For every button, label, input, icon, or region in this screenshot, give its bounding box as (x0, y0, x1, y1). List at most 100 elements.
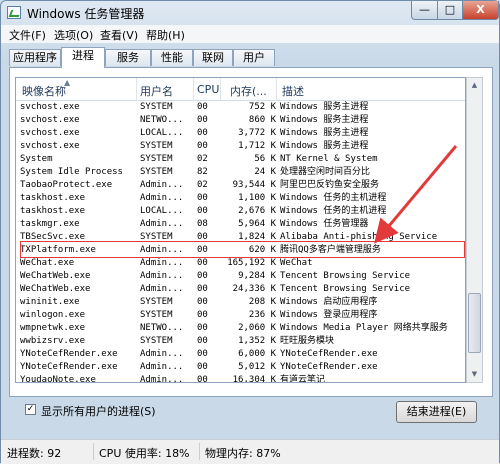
table-row[interactable]: YNoteCefRender.exe Admin... 00 6,000 K YNote… (16, 348, 465, 361)
tab-applications[interactable]: 应用程序 (9, 49, 61, 66)
cell-description: Windows Media Player 网络共享服务 (280, 323, 448, 333)
table-row[interactable]: WeChatWeb.exe Admin... 00 9,284 K Tencent Br… (16, 270, 465, 283)
menu-options[interactable]: 选项(O) (54, 27, 93, 43)
cell-description: WeChat (280, 258, 313, 268)
cell-cpu: 02 (197, 154, 208, 164)
cell-username: Admin... (140, 349, 184, 359)
cell-image-name: YoudaoNote.exe (20, 375, 96, 383)
cell-description: Alibaba Anti-phishing Service (280, 232, 438, 242)
table-row[interactable]: taskmgr.exe Admin... 08 5,964 K Windows 任务管理… (16, 218, 465, 231)
table-row[interactable]: taskhost.exe LOCAL... 00 2,676 K Windows 任务的… (16, 205, 465, 218)
cell-username: SYSTEM (140, 154, 173, 164)
minimize-button[interactable]: — (411, 1, 438, 20)
table-row[interactable]: wininit.exe SYSTEM 00 208 K Windows 启动应用程序 (16, 296, 465, 309)
cell-memory: 16,304 K (232, 375, 276, 383)
cell-image-name: winlogon.exe (20, 310, 86, 320)
table-row[interactable]: TXPlatform.exe Admin... 00 620 K 腾讯QQ多客户端管理服… (16, 244, 465, 257)
cell-description: Windows 任务管理器 (280, 219, 369, 229)
cell-image-name: svchost.exe (20, 102, 80, 112)
scroll-up-arrow-icon[interactable]: ▲ (467, 78, 482, 93)
task-manager-app-icon (7, 6, 21, 19)
cell-cpu: 00 (197, 375, 208, 383)
cell-memory: 752 K (248, 102, 276, 112)
cell-image-name: WeChatWeb.exe (20, 271, 91, 281)
table-row[interactable]: TBSecSvc.exe SYSTEM 00 1,824 K Alibaba Anti-… (16, 231, 465, 244)
cell-memory: 24 K (254, 167, 276, 177)
table-row[interactable]: wwbizsrv.exe SYSTEM 00 1,352 K 旺旺服务模块 (16, 335, 465, 348)
table-row[interactable]: WeChat.exe Admin... 00 165,192 K WeChat (16, 257, 465, 270)
cell-memory: 6,000 K (238, 349, 276, 359)
table-row[interactable]: svchost.exe NETWO... 00 860 K Windows 服务主进程 (16, 114, 465, 127)
menu-bar: 文件(F) 选项(O) 查看(V) 帮助(H) (1, 25, 499, 43)
cell-username: SYSTEM (140, 232, 173, 242)
cell-image-name: System Idle Process (20, 167, 123, 177)
table-row[interactable]: YNoteCefRender.exe Admin... 00 5,012 K YNote… (16, 361, 465, 374)
menu-view[interactable]: 查看(V) (100, 27, 138, 43)
col-description[interactable]: 描述 (282, 83, 304, 99)
cell-description: 腾讯QQ多客户端管理服务 (280, 245, 381, 255)
tab-processes[interactable]: 进程 (61, 47, 105, 68)
title-bar[interactable]: Windows 任务管理器 — □ X (1, 1, 499, 25)
table-row[interactable]: svchost.exe SYSTEM 00 1,712 K Windows 服务主进程 (16, 140, 465, 153)
cell-cpu: 00 (197, 128, 208, 138)
cell-memory: 2,060 K (238, 323, 276, 333)
cell-memory: 9,284 K (238, 271, 276, 281)
window-title: Windows 任务管理器 (27, 7, 145, 21)
cell-memory: 5,012 K (238, 362, 276, 372)
table-row[interactable]: System Idle Process SYSTEM 82 24 K 处理器空闲时间百分… (16, 166, 465, 179)
table-row[interactable]: svchost.exe SYSTEM 00 752 K Windows 服务主进程 (16, 101, 465, 114)
cell-cpu: 00 (197, 245, 208, 255)
table-row[interactable]: svchost.exe LOCAL... 00 3,772 K Windows 服务主进… (16, 127, 465, 140)
cell-memory: 620 K (248, 245, 276, 255)
cell-image-name: wwbizsrv.exe (20, 336, 86, 346)
tab-networking[interactable]: 联网 (193, 49, 233, 66)
table-row[interactable]: winlogon.exe SYSTEM 00 236 K Windows 登录应用程序 (16, 309, 465, 322)
cell-username: SYSTEM (140, 167, 173, 177)
col-username[interactable]: 用户名 (140, 83, 173, 99)
maximize-button[interactable]: □ (437, 1, 463, 20)
tab-performance[interactable]: 性能 (151, 49, 193, 66)
cell-description: Windows 服务主进程 (280, 102, 369, 112)
table-row[interactable]: System SYSTEM 02 56 K NT Kernel & System (16, 153, 465, 166)
cell-description: 处理器空闲时间百分比 (280, 167, 371, 177)
menu-file[interactable]: 文件(F) (9, 27, 46, 43)
cell-username: SYSTEM (140, 102, 173, 112)
cell-memory: 860 K (248, 115, 276, 125)
menu-help[interactable]: 帮助(H) (146, 27, 185, 43)
cell-username: SYSTEM (140, 310, 173, 320)
vertical-scrollbar[interactable]: ▲ ▼ (466, 77, 483, 383)
table-row[interactable]: YoudaoNote.exe Admin... 00 16,304 K 有道云笔记 (16, 374, 465, 383)
cell-description: YNoteCefRender.exe (280, 349, 378, 359)
cell-description: 旺旺服务模块 (280, 336, 335, 346)
tab-services[interactable]: 服务 (105, 49, 151, 66)
col-image-name[interactable]: 映像名称 (22, 83, 66, 99)
table-row[interactable]: wmpnetwk.exe NETWO... 00 2,060 K Windows Med… (16, 322, 465, 335)
close-button[interactable]: X (462, 1, 499, 20)
show-all-label: 显示所有用户的进程(S) (41, 405, 156, 418)
col-memory[interactable]: 内存(... (230, 83, 267, 99)
cell-username: Admin... (140, 180, 184, 190)
scroll-down-arrow-icon[interactable]: ▼ (467, 367, 482, 382)
table-row[interactable]: taskhost.exe Admin... 00 1,100 K Windows 任务的… (16, 192, 465, 205)
col-cpu[interactable]: CPU (197, 83, 219, 96)
cell-description: Windows 服务主进程 (280, 128, 369, 138)
table-row[interactable]: TaobaoProtect.exe Admin... 02 93,544 K 阿里巴巴反… (16, 179, 465, 192)
cell-username: Admin... (140, 375, 184, 383)
cell-cpu: 00 (197, 115, 208, 125)
cell-cpu: 00 (197, 362, 208, 372)
cell-image-name: TBSecSvc.exe (20, 232, 86, 242)
table-row[interactable]: WeChatWeb.exe Admin... 00 24,336 K Tencent B… (16, 283, 465, 296)
cell-cpu: 00 (197, 297, 208, 307)
cell-description: Windows 启动应用程序 (280, 297, 378, 307)
cell-cpu: 00 (197, 206, 208, 216)
show-all-checkbox[interactable]: ✓ (25, 404, 36, 415)
cell-username: Admin... (140, 258, 184, 268)
cell-image-name: WeChat.exe (20, 258, 75, 268)
cell-description: Windows 任务的主机进程 (280, 206, 387, 216)
status-bar: 进程数: 92 CPU 使用率: 18% 物理内存: 87% (1, 439, 499, 464)
scrollbar-thumb[interactable] (468, 293, 481, 353)
end-process-button[interactable]: 结束进程(E) (396, 401, 477, 423)
process-list[interactable]: ▲ 映像名称 用户名 CPU 内存(... 描述 svchost.exe SYST… (15, 77, 466, 383)
tab-users[interactable]: 用户 (233, 49, 275, 66)
cell-username: NETWO... (140, 115, 184, 125)
